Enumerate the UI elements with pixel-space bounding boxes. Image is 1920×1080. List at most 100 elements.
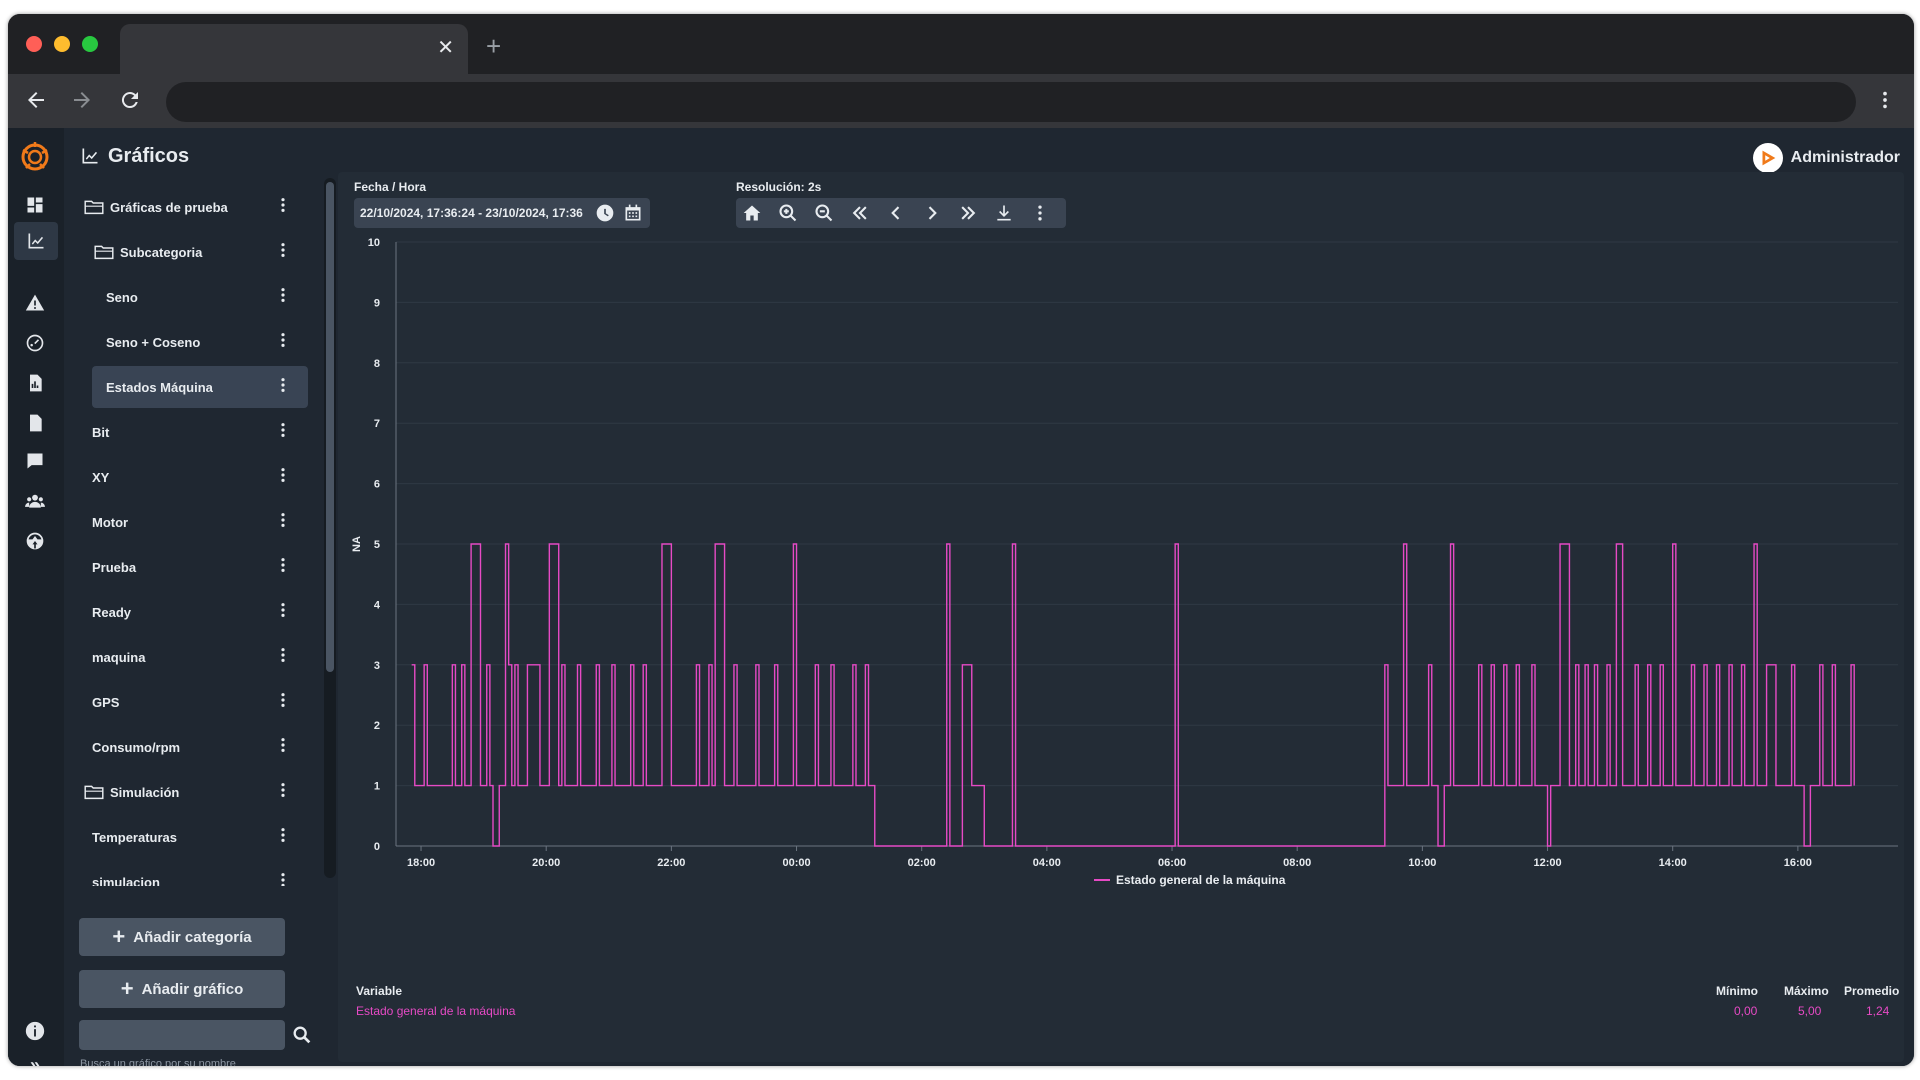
tree-chart-item[interactable]: Ready	[78, 591, 308, 633]
y-tick-label: 8	[374, 358, 380, 370]
y-tick-label: 2	[374, 720, 380, 732]
charts-nav-icon[interactable]	[14, 222, 58, 260]
y-tick-label: 0	[374, 841, 380, 853]
kebab-menu-icon[interactable]	[278, 377, 288, 398]
tree-item-label: Motor	[92, 514, 129, 530]
y-tick-label: 3	[374, 660, 380, 672]
new-tab-button[interactable]: +	[486, 33, 501, 59]
kebab-menu-icon[interactable]	[278, 557, 288, 578]
tree-chart-item[interactable]: Prueba	[78, 546, 308, 588]
kebab-menu-icon[interactable]	[278, 512, 288, 533]
tree-chart-item[interactable]: Motor	[78, 501, 308, 543]
expand-sidebar-icon[interactable]: »	[24, 1056, 46, 1066]
tree-folder[interactable]: Simulación	[78, 771, 308, 813]
datetime-range-field	[354, 198, 650, 228]
tree-chart-item[interactable]: Temperaturas	[78, 816, 308, 858]
tree-chart-item[interactable]: Seno + Coseno	[92, 321, 308, 363]
max-value: 5,00	[1798, 1004, 1822, 1018]
kebab-menu-icon[interactable]	[278, 782, 288, 803]
tab-close-icon[interactable]: ✕	[437, 38, 454, 58]
kebab-menu-icon[interactable]	[278, 467, 288, 488]
chart-plot[interactable]: 0 1 2 3 4 5 6 7 8 9 10 18:00 20:00 22:00 00:00 02:00 04:…	[338, 236, 1904, 916]
kebab-menu-icon[interactable]	[278, 827, 288, 848]
kebab-menu-icon[interactable]	[278, 422, 288, 443]
minimize-window-button[interactable]	[54, 36, 70, 52]
browser-tab[interactable]: ✕	[120, 24, 468, 74]
x-tick-label: 16:00	[1784, 857, 1812, 869]
x-tick-label: 10:00	[1408, 857, 1436, 869]
tree-chart-item[interactable]: maquina	[78, 636, 308, 678]
browser-menu-icon[interactable]	[1874, 86, 1896, 119]
kebab-menu-icon[interactable]	[278, 242, 288, 263]
tree-chart-item[interactable]: GPS	[78, 681, 308, 723]
kebab-menu-icon[interactable]	[278, 647, 288, 668]
datetime-range-input[interactable]	[354, 198, 590, 228]
home-icon[interactable]	[740, 202, 764, 224]
gauge-icon[interactable]	[24, 332, 46, 354]
page-title: Gráficos	[80, 142, 189, 170]
min-header: Mínimo	[1716, 984, 1758, 998]
tree-item-label: Temperaturas	[92, 829, 178, 845]
message-icon[interactable]	[24, 450, 46, 472]
tree-chart-item[interactable]: Consumo/rpm	[78, 726, 308, 768]
zoom-in-icon[interactable]	[776, 202, 800, 224]
chevron-right-icon[interactable]	[920, 202, 944, 224]
x-tick-label: 06:00	[1158, 857, 1186, 869]
document-icon[interactable]	[24, 412, 46, 434]
tree-chart-item[interactable]: simulacion	[78, 861, 308, 886]
kebab-menu-icon[interactable]	[278, 692, 288, 713]
tree-chart-item[interactable]: XY	[78, 456, 308, 498]
zoom-out-icon[interactable]	[812, 202, 836, 224]
line-chart-icon	[82, 148, 98, 164]
kebab-menu-icon[interactable]	[278, 602, 288, 623]
download-icon[interactable]	[992, 202, 1016, 224]
calendar-icon[interactable]	[622, 202, 644, 224]
kebab-menu-icon[interactable]	[278, 872, 288, 886]
tree-folder[interactable]: Gráficas de prueba	[78, 186, 308, 228]
search-icon[interactable]	[291, 1024, 315, 1048]
search-input[interactable]	[79, 1020, 249, 1050]
tree-chart-item[interactable]: Seno	[92, 276, 308, 318]
info-icon[interactable]	[24, 1020, 46, 1042]
alarm-warning-icon[interactable]	[24, 292, 46, 314]
double-chevron-right-icon[interactable]	[956, 202, 980, 224]
y-tick-label: 9	[374, 297, 380, 309]
tree-item-label: GPS	[92, 694, 120, 710]
dashboard-icon[interactable]	[24, 194, 46, 216]
tree-item-label: Prueba	[92, 559, 137, 575]
more-options-icon[interactable]	[1028, 202, 1052, 224]
tree-folder[interactable]: Subcategoria	[78, 231, 308, 273]
user-menu[interactable]: Administrador	[1752, 142, 1900, 174]
report-icon[interactable]	[24, 372, 46, 394]
y-tick-label: 5	[374, 539, 380, 551]
kebab-menu-icon[interactable]	[278, 737, 288, 758]
connectivity-icon[interactable]	[24, 530, 46, 552]
tree-chart-item[interactable]: Bit	[78, 411, 308, 453]
app-logo-icon[interactable]	[18, 140, 52, 174]
y-tick-label: 4	[374, 599, 381, 611]
clock-icon[interactable]	[594, 202, 616, 224]
chart-search	[79, 1020, 311, 1050]
close-window-button[interactable]	[26, 36, 42, 52]
chart-tree: Gráficas de prueba Subcategoria Seno Seno +…	[78, 186, 332, 886]
add-chart-button[interactable]: + Añadir gráfico	[79, 970, 285, 1008]
forward-arrow-icon[interactable]	[68, 86, 96, 114]
address-bar[interactable]	[166, 82, 1856, 122]
kebab-menu-icon[interactable]	[278, 332, 288, 353]
reload-icon[interactable]	[116, 86, 144, 114]
browser-tabbar: ✕ +	[8, 14, 1914, 74]
x-tick-label: 08:00	[1283, 857, 1311, 869]
back-arrow-icon[interactable]	[22, 86, 50, 114]
folder-open-icon	[94, 244, 114, 260]
folder-open-icon	[84, 199, 104, 215]
tree-scrollbar-thumb[interactable]	[326, 182, 334, 672]
add-category-button[interactable]: + Añadir categoría	[79, 918, 285, 956]
maximize-window-button[interactable]	[82, 36, 98, 52]
kebab-menu-icon[interactable]	[278, 197, 288, 218]
kebab-menu-icon[interactable]	[278, 287, 288, 308]
chevron-left-icon[interactable]	[884, 202, 908, 224]
users-icon[interactable]	[24, 490, 46, 512]
double-chevron-left-icon[interactable]	[848, 202, 872, 224]
folder-open-icon	[84, 784, 104, 800]
tree-chart-item[interactable]: Estados Máquina	[92, 366, 308, 408]
